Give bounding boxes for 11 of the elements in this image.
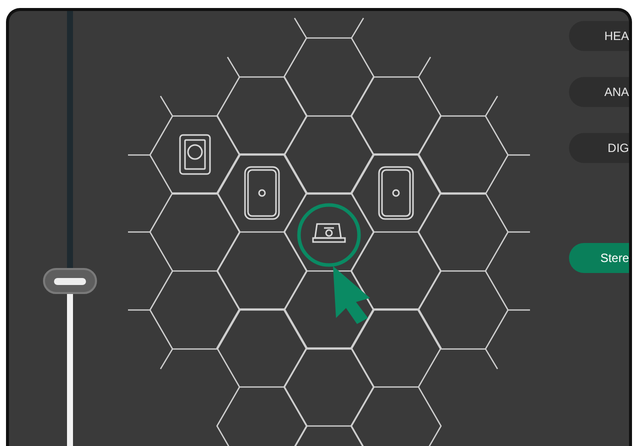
subwoofer-icon[interactable] [179, 134, 211, 175]
mode-button[interactable]: Stere [569, 243, 629, 273]
output-button[interactable]: DIG [569, 133, 629, 163]
cursor-arrow-icon [333, 266, 370, 324]
output-button[interactable]: ANA [569, 77, 629, 107]
output-button[interactable]: HEA [569, 21, 629, 51]
soundbar-icon[interactable] [312, 223, 346, 243]
volume-slider[interactable] [43, 11, 97, 446]
speaker-icon[interactable] [244, 166, 280, 220]
speaker-icon[interactable] [378, 166, 414, 220]
slider-thumb[interactable] [43, 268, 97, 294]
